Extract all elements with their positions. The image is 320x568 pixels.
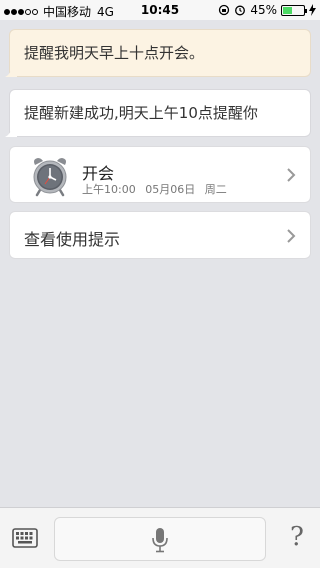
user-message-text: 提醒我明天早上十点开会。	[24, 44, 205, 62]
bubble-tail	[5, 67, 17, 77]
bottom-bar: ?	[0, 507, 320, 568]
rotation-lock-icon	[219, 4, 230, 16]
reminder-time: 上午10:00	[82, 183, 136, 196]
assistant-reply-bubble: 提醒新建成功,明天上午10点提醒你	[5, 89, 311, 137]
voice-input-button[interactable]	[54, 517, 266, 561]
status-bar: 中国移动 4G 10:45 45%	[0, 0, 320, 20]
reminder-card[interactable]: 开会 上午10:00 05月06日 周二	[9, 146, 311, 203]
chevron-right-icon	[287, 168, 296, 182]
reminder-meta: 上午10:00 05月06日 周二	[82, 181, 233, 197]
alarm-status-icon	[235, 5, 246, 16]
reminder-date: 05月06日	[145, 183, 196, 196]
assistant-reply-text: 提醒新建成功,明天上午10点提醒你	[24, 104, 258, 122]
alarm-clock-icon	[33, 158, 67, 197]
battery-percent: 45%	[250, 3, 277, 17]
chevron-right-icon	[287, 229, 296, 243]
microphone-icon	[152, 528, 168, 553]
status-right: 45%	[218, 3, 316, 17]
help-button[interactable]: ?	[290, 522, 304, 552]
usage-tips-button[interactable]: 查看使用提示	[9, 211, 311, 259]
user-message-bubble: 提醒我明天早上十点开会。	[5, 29, 311, 77]
bubble-tail	[5, 127, 17, 137]
usage-tips-label: 查看使用提示	[24, 230, 121, 249]
battery-icon	[281, 4, 307, 16]
charging-icon	[309, 4, 316, 16]
keyboard-icon[interactable]	[12, 528, 38, 548]
reminder-weekday: 周二	[204, 183, 227, 196]
